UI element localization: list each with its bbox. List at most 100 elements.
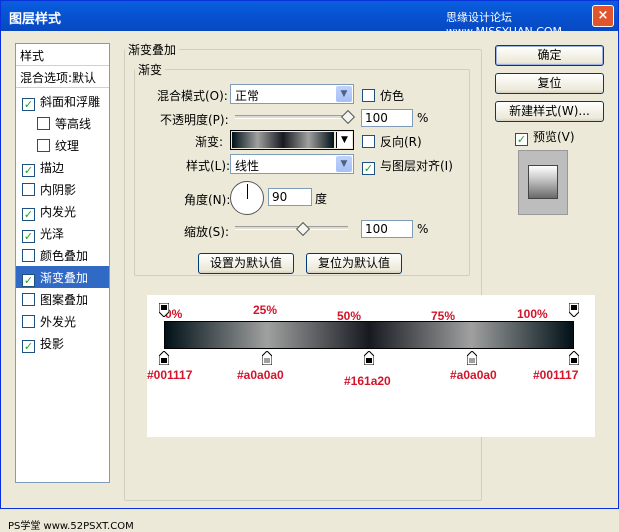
blend-options-item[interactable]: 混合选项:默认 xyxy=(16,66,109,88)
gradient-bar xyxy=(164,321,574,349)
style-list: 样式 混合选项:默认 ✓ 斜面和浮雕 等高线 纹理 ✓ 描边 内阴影 ✓ 内发光 ✓ 光… xyxy=(15,43,110,483)
sidebar-item-label: 纹理 xyxy=(55,139,80,153)
checkbox[interactable]: ✓ xyxy=(22,164,35,177)
angle-label: 角度(N): xyxy=(184,193,231,207)
preview-label: 预览(V) xyxy=(533,130,575,144)
preview-swatch xyxy=(528,165,558,199)
style-preview xyxy=(518,150,568,215)
preview-checkbox[interactable]: ✓ 预览(V) xyxy=(515,128,575,146)
opacity-slider[interactable] xyxy=(235,115,348,119)
set-default-button[interactable]: 设置为默认值 xyxy=(198,253,294,274)
scale-slider[interactable] xyxy=(235,226,348,230)
opacity-unit: % xyxy=(417,111,429,125)
checkbox[interactable] xyxy=(22,183,35,196)
sidebar-item-satin[interactable]: ✓ 光泽 xyxy=(16,222,109,244)
scale-input[interactable]: 100 xyxy=(361,220,413,238)
sidebar-item-label: 投影 xyxy=(40,337,65,351)
gradient-color-label: #a0a0a0 xyxy=(237,368,284,382)
checkbox[interactable]: ✓ xyxy=(515,133,528,146)
sidebar-item-inner-shadow[interactable]: 内阴影 xyxy=(16,178,109,200)
opacity-input[interactable]: 100 xyxy=(361,109,413,127)
sidebar-item-bevel-emboss[interactable]: ✓ 斜面和浮雕 xyxy=(16,90,109,112)
sidebar-item-texture[interactable]: 纹理 xyxy=(16,134,109,156)
sidebar-item-pattern-overlay[interactable]: 图案叠加 xyxy=(16,288,109,310)
checkbox[interactable]: ✓ xyxy=(22,274,35,287)
sidebar-item-label: 光泽 xyxy=(40,227,65,241)
checkbox[interactable]: ✓ xyxy=(22,230,35,243)
blend-mode-select[interactable]: 正常 ▼ xyxy=(230,84,354,104)
scale-unit: % xyxy=(417,222,429,236)
dither-checkbox[interactable]: 仿色 xyxy=(362,87,404,104)
close-button[interactable]: × xyxy=(592,5,614,27)
chevron-down-icon[interactable]: ▼ xyxy=(336,156,352,172)
checkbox[interactable] xyxy=(22,293,35,306)
scale-label: 缩放(S): xyxy=(184,225,230,239)
sidebar-item-drop-shadow[interactable]: ✓ 投影 xyxy=(16,332,109,354)
sidebar-item-label: 图案叠加 xyxy=(40,293,89,307)
gradient-color-label: #a0a0a0 xyxy=(450,368,497,382)
gradient-style-value: 线性 xyxy=(235,159,260,173)
gradient-legend: 渐变 xyxy=(138,63,163,77)
sidebar-item-contour[interactable]: 等高线 xyxy=(16,112,109,134)
gradient-annotation-panel: 0% 25% 50% 75% 100% #001117 #a0a0a0 #161a20 #a0… xyxy=(147,295,595,437)
sidebar-item-inner-glow[interactable]: ✓ 内发光 xyxy=(16,200,109,222)
opacity-stop-marker[interactable] xyxy=(158,302,170,318)
sidebar-item-label: 外发光 xyxy=(40,315,77,329)
layer-style-dialog: 图层样式 思缘设计论坛 www.MISSYUAN.COM × 样式 混合选项:默… xyxy=(0,0,619,532)
checkbox[interactable]: ✓ xyxy=(22,340,35,353)
gradient-overlay-legend: 渐变叠加 xyxy=(128,43,177,57)
gradient-color-label: #001117 xyxy=(147,368,193,382)
gradient-style-select[interactable]: 线性 ▼ xyxy=(230,154,354,174)
gradient-percent-label: 25% xyxy=(253,303,278,317)
sidebar-item-gradient-overlay[interactable]: ✓ 渐变叠加 xyxy=(16,266,109,288)
sidebar-item-label: 斜面和浮雕 xyxy=(40,95,101,109)
color-stop-marker[interactable] xyxy=(568,350,580,366)
checkbox[interactable] xyxy=(37,139,50,152)
new-style-button[interactable]: 新建样式(W)... xyxy=(495,101,604,122)
sidebar-item-color-overlay[interactable]: 颜色叠加 xyxy=(16,244,109,266)
gradient-color-label: #001117 xyxy=(533,368,579,382)
checkbox[interactable] xyxy=(362,135,375,148)
angle-dial-needle xyxy=(247,184,248,199)
reverse-label: 反向(R) xyxy=(380,135,422,149)
color-stop-marker[interactable] xyxy=(363,350,375,366)
angle-dial[interactable] xyxy=(230,181,264,215)
checkbox[interactable] xyxy=(22,315,35,328)
gradient-percent-label: 100% xyxy=(517,307,548,321)
color-stop-marker[interactable] xyxy=(261,350,272,366)
reset-button[interactable]: 复位 xyxy=(495,73,604,94)
style-list-header[interactable]: 样式 xyxy=(16,44,109,66)
checkbox[interactable]: ✓ xyxy=(22,208,35,221)
checkbox[interactable]: ✓ xyxy=(362,162,375,175)
sidebar-item-label: 内阴影 xyxy=(40,183,77,197)
sidebar-item-label: 渐变叠加 xyxy=(40,271,89,285)
align-layer-checkbox[interactable]: ✓ 与图层对齐(I) xyxy=(362,157,453,175)
sidebar-item-label: 描边 xyxy=(40,161,65,175)
reverse-checkbox[interactable]: 反向(R) xyxy=(362,133,422,150)
opacity-label: 不透明度(P): xyxy=(160,113,229,127)
chevron-down-icon[interactable]: ▼ xyxy=(336,132,352,148)
gradient-picker[interactable]: ▼ xyxy=(230,130,354,150)
gradient-percent-label: 50% xyxy=(337,309,362,323)
gradient-color-label: #161a20 xyxy=(344,374,391,388)
sidebar-item-stroke[interactable]: ✓ 描边 xyxy=(16,156,109,178)
checkbox[interactable] xyxy=(37,117,50,130)
color-stop-marker[interactable] xyxy=(158,350,170,366)
ok-button[interactable]: 确定 xyxy=(495,45,604,66)
checkbox[interactable]: ✓ xyxy=(22,98,35,111)
blend-mode-value: 正常 xyxy=(235,89,260,103)
degree-unit: 度 xyxy=(315,192,328,206)
gradient-percent-label: 75% xyxy=(431,309,456,323)
sidebar-item-label: 内发光 xyxy=(40,205,77,219)
title-bar[interactable]: 图层样式 思缘设计论坛 www.MISSYUAN.COM × xyxy=(1,1,618,38)
opacity-stop-marker[interactable] xyxy=(568,302,580,318)
sidebar-item-outer-glow[interactable]: 外发光 xyxy=(16,310,109,332)
angle-input[interactable]: 90 xyxy=(268,188,312,206)
color-stop-marker[interactable] xyxy=(466,350,477,366)
checkbox[interactable] xyxy=(362,89,375,102)
sidebar-item-label: 颜色叠加 xyxy=(40,249,89,263)
reset-default-button[interactable]: 复位为默认值 xyxy=(306,253,402,274)
checkbox[interactable] xyxy=(22,249,35,262)
gradient-swatch[interactable] xyxy=(232,132,334,148)
chevron-down-icon[interactable]: ▼ xyxy=(336,86,352,102)
